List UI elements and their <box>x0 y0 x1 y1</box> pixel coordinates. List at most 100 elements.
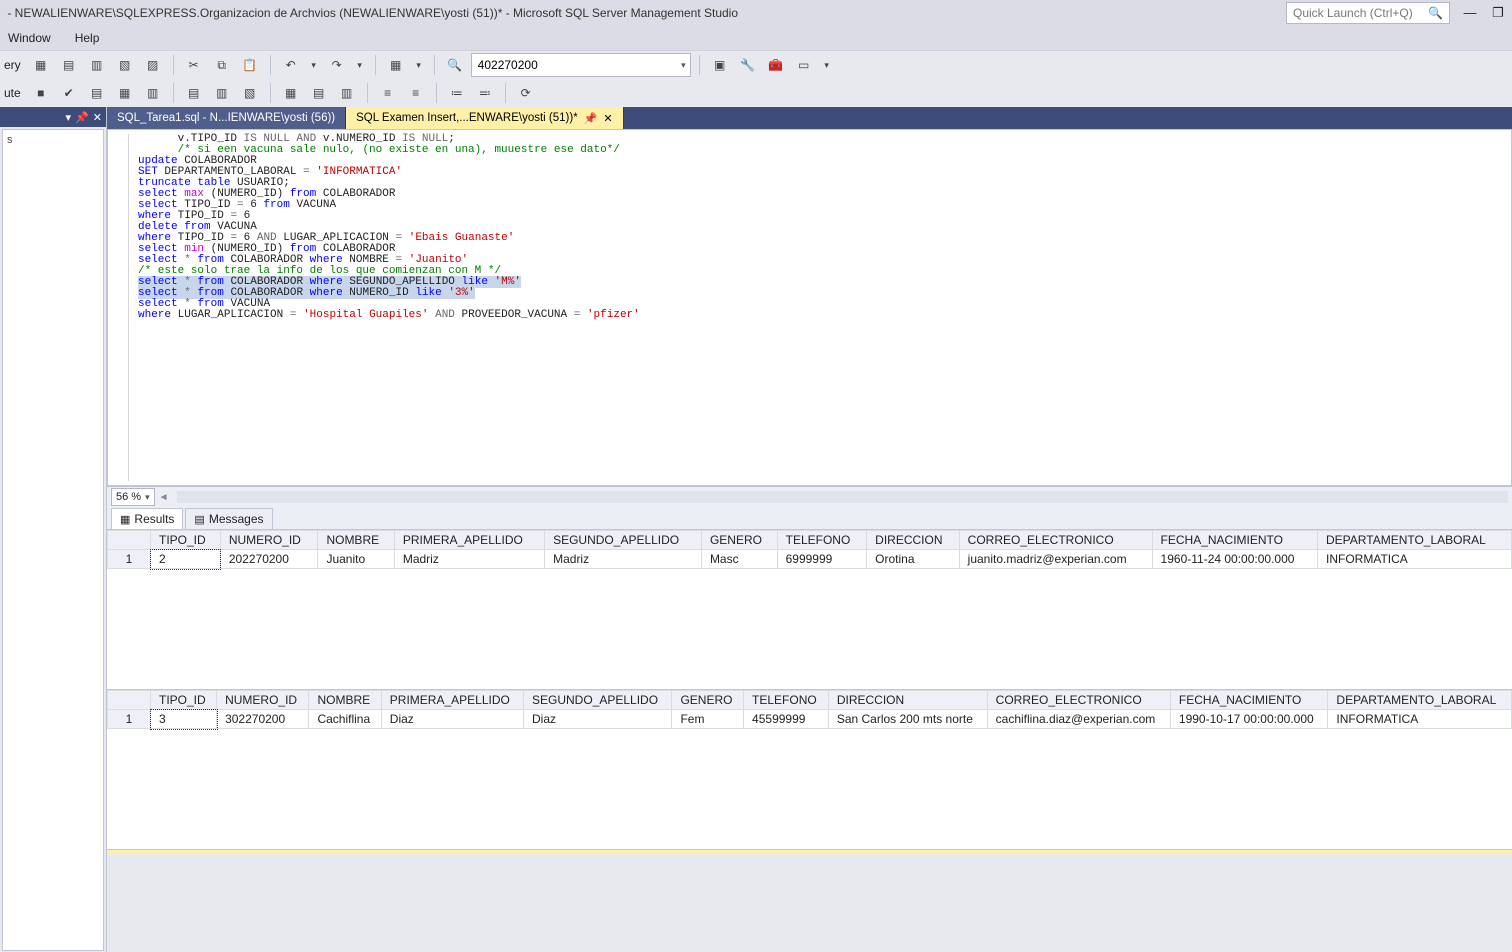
toolbar-search[interactable]: ▾ <box>471 53 691 77</box>
tool-b-icon[interactable]: 🔧 <box>736 53 760 77</box>
menu-window[interactable]: Window <box>4 28 55 48</box>
column-header[interactable]: TIPO_ID <box>151 531 221 550</box>
cell[interactable]: Masc <box>701 550 777 569</box>
pin-icon[interactable]: 📌 <box>584 112 598 125</box>
dropdown-icon[interactable]: ▾ <box>66 111 72 124</box>
cell[interactable]: 6999999 <box>777 550 867 569</box>
paste-icon[interactable]: 📋 <box>238 53 262 77</box>
horizontal-scrollbar[interactable] <box>177 491 1508 503</box>
plan-icon[interactable]: ▤ <box>85 81 109 105</box>
column-header[interactable]: FECHA_NACIMIENTO <box>1170 691 1328 710</box>
cell[interactable]: Madriz <box>394 550 544 569</box>
opt3-icon[interactable]: ▧ <box>238 81 262 105</box>
solution-icon[interactable]: ▦ <box>384 53 408 77</box>
opt1-icon[interactable]: ▤ <box>182 81 206 105</box>
table-row[interactable]: 12202270200JuanitoMadrizMadrizMasc699999… <box>108 550 1512 569</box>
cell[interactable]: INFORMATICA <box>1328 710 1512 729</box>
cell[interactable]: Diaz <box>381 710 523 729</box>
plan2-icon[interactable]: ▦ <box>113 81 137 105</box>
column-header[interactable]: PRIMERA_APELLIDO <box>394 531 544 550</box>
cell[interactable]: cachiflina.diaz@experian.com <box>987 710 1170 729</box>
outdent-icon[interactable]: ≡ <box>404 81 428 105</box>
code-editor[interactable]: v.TIPO_ID IS NULL AND v.NUMERO_ID IS NUL… <box>107 129 1512 486</box>
menu-help[interactable]: Help <box>71 28 104 48</box>
db4-icon[interactable]: ▨ <box>141 53 165 77</box>
column-header[interactable]: DIRECCION <box>867 531 959 550</box>
column-header[interactable]: DEPARTAMENTO_LABORAL <box>1328 691 1512 710</box>
column-header[interactable]: NOMBRE <box>309 691 381 710</box>
refresh-icon[interactable]: ⟳ <box>514 81 538 105</box>
cell[interactable]: 2 <box>151 550 221 569</box>
toolbar-search-input[interactable] <box>476 57 677 73</box>
plan3-icon[interactable]: ▥ <box>141 81 165 105</box>
find-icon[interactable]: 🔍 <box>443 53 467 77</box>
cell[interactable]: Juanito <box>318 550 394 569</box>
cell[interactable]: San Carlos 200 mts norte <box>828 710 987 729</box>
cell[interactable]: Cachiflina <box>309 710 381 729</box>
comment-icon[interactable]: ≔ <box>445 81 469 105</box>
cell[interactable]: Fem <box>672 710 744 729</box>
column-header[interactable]: TIPO_ID <box>151 691 217 710</box>
tool-c-icon[interactable]: 🧰 <box>764 53 788 77</box>
copy-icon[interactable]: ⧉ <box>210 53 234 77</box>
cell[interactable]: Orotina <box>867 550 959 569</box>
column-header[interactable]: NUMERO_ID <box>220 531 318 550</box>
cell[interactable]: Diaz <box>524 710 672 729</box>
column-header[interactable]: CORREO_ELECTRONICO <box>959 531 1152 550</box>
solution-dd-icon[interactable]: ▾ <box>412 53 426 77</box>
undo-dd-icon[interactable]: ▾ <box>307 53 321 77</box>
maximize-button[interactable]: ❐ <box>1484 2 1512 24</box>
column-header[interactable]: PRIMERA_APELLIDO <box>381 691 523 710</box>
cell[interactable]: 3 <box>151 710 217 729</box>
close-icon[interactable]: ✕ <box>603 112 612 125</box>
redo-dd-icon[interactable]: ▾ <box>353 53 367 77</box>
scroll-left-icon[interactable]: ◄ <box>159 492 169 503</box>
parse-icon[interactable]: ✔ <box>57 81 81 105</box>
undo-icon[interactable]: ↶ <box>279 53 303 77</box>
db-icon[interactable]: ▤ <box>57 53 81 77</box>
cell[interactable]: 202270200 <box>220 550 318 569</box>
grid-2-table[interactable]: TIPO_IDNUMERO_IDNOMBREPRIMERA_APELLIDOSE… <box>107 690 1512 729</box>
uncomment-icon[interactable]: ≕ <box>473 81 497 105</box>
column-header[interactable]: DIRECCION <box>828 691 987 710</box>
db2-icon[interactable]: ▥ <box>85 53 109 77</box>
cell[interactable]: 1990-10-17 00:00:00.000 <box>1170 710 1328 729</box>
new-query-icon[interactable]: ▦ <box>29 53 53 77</box>
column-header[interactable]: DEPARTAMENTO_LABORAL <box>1318 531 1512 550</box>
object-explorer-tree[interactable]: s <box>2 129 104 951</box>
grid-1-table[interactable]: TIPO_IDNUMERO_IDNOMBREPRIMERA_APELLIDOSE… <box>107 530 1512 569</box>
tool-d-dd-icon[interactable]: ▾ <box>820 53 834 77</box>
column-header[interactable]: NOMBRE <box>318 531 394 550</box>
minimize-button[interactable]: — <box>1456 2 1484 24</box>
column-header[interactable]: GENERO <box>701 531 777 550</box>
tab-results[interactable]: ▦ Results <box>111 508 183 529</box>
file-icon[interactable]: ▥ <box>335 81 359 105</box>
grid-icon[interactable]: ▦ <box>279 81 303 105</box>
tool-a-icon[interactable]: ▣ <box>708 53 732 77</box>
column-header[interactable]: CORREO_ELECTRONICO <box>987 691 1170 710</box>
opt2-icon[interactable]: ▥ <box>210 81 234 105</box>
quick-launch-input[interactable]: Quick Launch (Ctrl+Q) 🔍 <box>1286 2 1450 24</box>
tab-messages[interactable]: ▤ Messages <box>185 508 272 529</box>
tool-d-icon[interactable]: ▭ <box>792 53 816 77</box>
text-icon[interactable]: ▤ <box>307 81 331 105</box>
cell[interactable]: Madriz <box>545 550 702 569</box>
pin-icon[interactable]: 📌 <box>75 111 89 124</box>
redo-icon[interactable]: ↷ <box>325 53 349 77</box>
cell[interactable]: 302270200 <box>217 710 309 729</box>
code-content[interactable]: v.TIPO_ID IS NULL AND v.NUMERO_ID IS NUL… <box>108 130 1511 325</box>
zoom-select[interactable]: 56 % ▾ <box>111 488 155 506</box>
stop-icon[interactable]: ■ <box>29 81 53 105</box>
column-header[interactable]: GENERO <box>672 691 744 710</box>
column-header[interactable]: SEGUNDO_APELLIDO <box>524 691 672 710</box>
cell[interactable]: 1960-11-24 00:00:00.000 <box>1152 550 1317 569</box>
cell[interactable]: juanito.madriz@experian.com <box>959 550 1152 569</box>
table-row[interactable]: 13302270200CachiflinaDiazDiazFem45599999… <box>108 710 1512 729</box>
db3-icon[interactable]: ▧ <box>113 53 137 77</box>
tab-sql-tarea1[interactable]: SQL_Tarea1.sql - N...IENWARE\yosti (56)) <box>107 107 346 129</box>
column-header[interactable]: SEGUNDO_APELLIDO <box>545 531 702 550</box>
indent-icon[interactable]: ≡ <box>376 81 400 105</box>
column-header[interactable]: TELEFONO <box>744 691 829 710</box>
column-header[interactable]: TELEFONO <box>777 531 867 550</box>
cell[interactable]: INFORMATICA <box>1318 550 1512 569</box>
